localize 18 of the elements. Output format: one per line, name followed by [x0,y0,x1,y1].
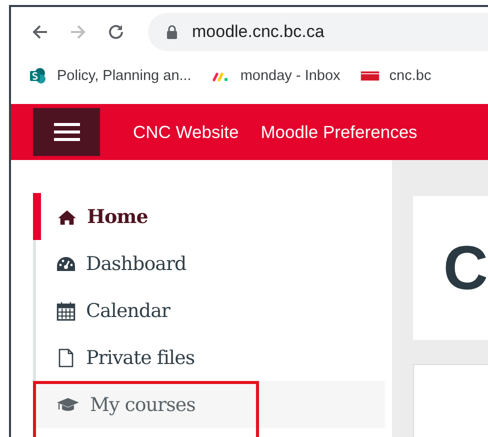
page-heading: C [443,232,488,304]
file-icon [56,348,76,368]
url-text: moodle.cnc.bc.ca [192,22,324,42]
sidebar-item[interactable]: My courses [33,381,385,428]
nav-link[interactable]: Moodle Preferences [260,122,418,142]
menu-button[interactable] [33,108,100,156]
bookmark[interactable]: cnc.bc [360,67,432,85]
calendar-icon [56,300,76,320]
sharepoint-icon [28,67,48,85]
menu-icon [54,122,80,142]
address-bar[interactable]: moodle.cnc.bc.ca [148,13,488,51]
bookmark[interactable]: Policy, Planning an... [28,67,192,85]
bookmark[interactable]: monday - Inbox [211,67,340,85]
sidebar-item[interactable]: Dashboard [33,240,385,287]
reload-icon[interactable] [106,22,126,42]
lock-icon [166,25,178,39]
sidebar-item[interactable]: Calendar [33,287,385,334]
nav-link[interactable]: CNC Website [133,122,239,142]
